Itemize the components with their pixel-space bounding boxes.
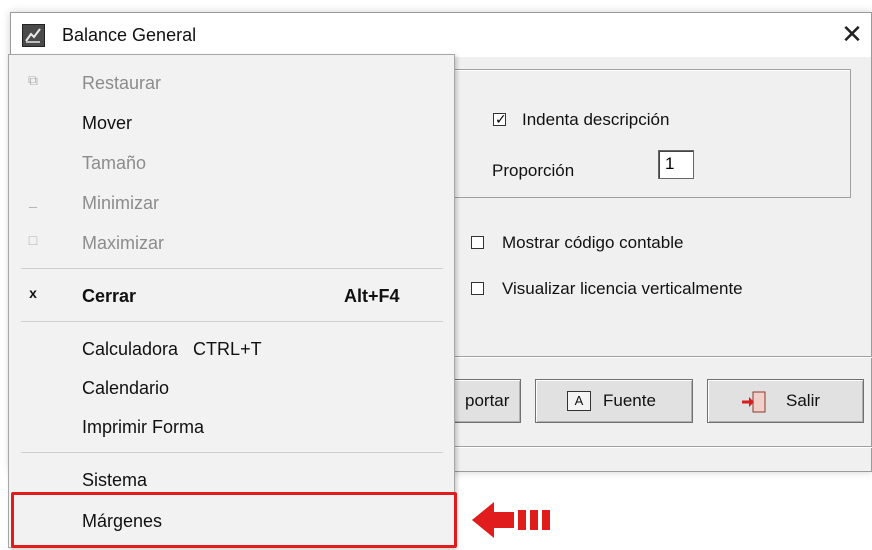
- menu-item-maximizar[interactable]: □ Maximizar: [9, 224, 454, 262]
- menu-separator: [21, 452, 443, 453]
- highlight-box: [11, 492, 457, 548]
- pointer-arrow-icon: [472, 502, 550, 538]
- exit-icon: [740, 391, 768, 413]
- menu-item-label: Restaurar: [82, 73, 162, 93]
- proportion-input[interactable]: 1: [658, 150, 694, 179]
- menu-separator: [21, 268, 443, 269]
- indent-checkbox[interactable]: ✓: [493, 111, 507, 127]
- system-menu: ⧉ Restaurar Mover Tamaño _ Minimizar □ M…: [8, 54, 455, 548]
- menu-item-label: Mover: [82, 113, 133, 133]
- menu-item-mover[interactable]: Mover: [9, 104, 454, 142]
- window-title: Balance General: [62, 25, 197, 45]
- menu-item-calculadora[interactable]: Calculadora CTRL+T: [9, 330, 454, 368]
- menu-item-calendario[interactable]: Calendario: [9, 369, 454, 407]
- divider: [448, 356, 872, 358]
- menu-item-label: Calendario: [82, 378, 170, 398]
- font-button[interactable]: A Fuente: [535, 379, 693, 423]
- menu-item-label: Calculadora CTRL+T: [82, 339, 262, 359]
- menu-item-label: Imprimir Forma: [82, 417, 204, 437]
- proportion-label: Proporción: [492, 161, 575, 180]
- menu-separator: [21, 321, 443, 322]
- menu-item-tamano[interactable]: Tamaño: [9, 144, 454, 182]
- menu-item-label: Cerrar: [82, 286, 137, 306]
- menu-item-label: Sistema: [82, 470, 148, 490]
- vertical-license-checkbox[interactable]: [471, 282, 484, 295]
- show-code-checkbox[interactable]: [471, 236, 484, 249]
- menu-item-restaurar[interactable]: ⧉ Restaurar: [9, 64, 454, 102]
- close-icon[interactable]: ✕: [837, 19, 867, 49]
- show-code-label: Mostrar código contable: [502, 233, 684, 252]
- export-button-label: portar: [465, 391, 510, 410]
- font-icon: A: [567, 391, 591, 411]
- title-bar[interactable]: Balance General ✕: [11, 13, 871, 57]
- exit-button-label: Salir: [786, 391, 821, 410]
- menu-item-cerrar[interactable]: x Cerrar Alt+F4: [9, 277, 454, 315]
- close-icon: x: [29, 285, 37, 301]
- font-button-label: Fuente: [603, 391, 656, 410]
- menu-item-shortcut: Alt+F4: [344, 286, 400, 306]
- app-icon[interactable]: [22, 24, 45, 47]
- menu-item-minimizar[interactable]: _ Minimizar: [9, 184, 454, 222]
- minimize-icon: _: [29, 192, 37, 208]
- menu-item-label: Tamaño: [82, 153, 147, 173]
- indent-label: Indenta descripción: [522, 110, 670, 129]
- exit-button[interactable]: Salir: [707, 379, 864, 423]
- bottom-divider: [448, 446, 872, 448]
- menu-item-label: Minimizar: [82, 193, 160, 213]
- menu-item-imprimir-forma[interactable]: Imprimir Forma: [9, 408, 454, 446]
- maximize-icon: □: [28, 232, 38, 248]
- vertical-license-label: Visualizar licencia verticalmente: [502, 279, 743, 298]
- restore-icon: ⧉: [28, 72, 38, 88]
- menu-item-label: Maximizar: [82, 233, 165, 253]
- check-icon: ✓: [495, 111, 507, 127]
